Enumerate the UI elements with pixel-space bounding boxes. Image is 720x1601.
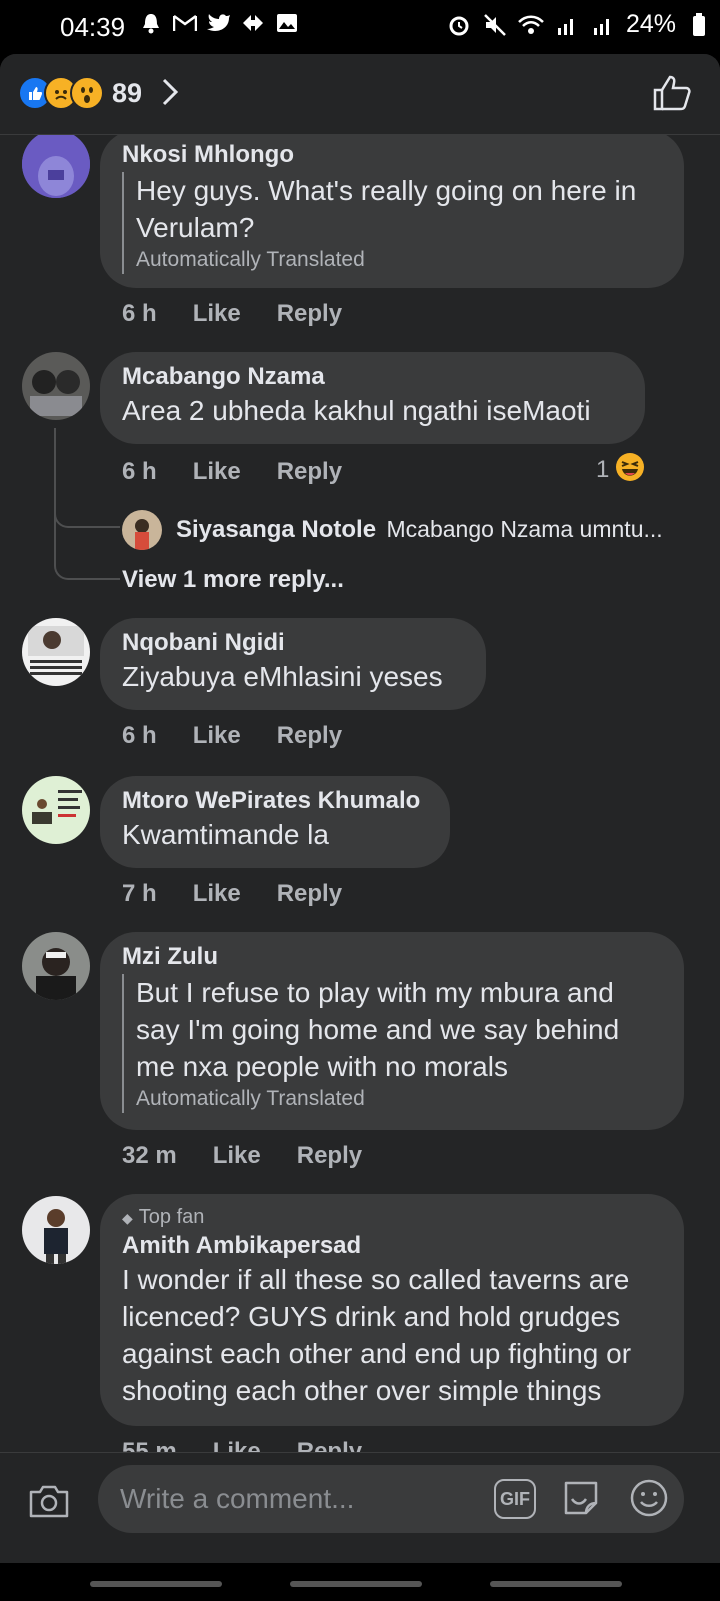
avatar[interactable]: [22, 618, 90, 686]
comment-bubble: ◆ Top fan Amith Ambikapersad I wonder if …: [100, 1194, 684, 1426]
gallery-icon: [274, 10, 300, 36]
like-button[interactable]: Like: [193, 300, 241, 328]
avatar[interactable]: [122, 510, 162, 550]
comment-author[interactable]: Amith Ambikapersad: [122, 1231, 662, 1261]
reply-button[interactable]: Reply: [277, 722, 342, 750]
comment-placeholder: Write a comment...: [120, 1483, 355, 1514]
comment-text: I wonder if all these so called taverns …: [122, 1264, 632, 1406]
comment-bubble: Nkosi Mhlongo Hey guys. What's really go…: [100, 130, 684, 288]
like-button[interactable]: Like: [193, 722, 241, 750]
comment-actions: 6 h Like Reply: [122, 458, 378, 486]
comment-time: 6 h: [122, 300, 157, 327]
sticker-button[interactable]: [560, 1477, 602, 1524]
nav-back-handle[interactable]: [90, 1581, 222, 1587]
comment-bubble: Mcabango Nzama Area 2 ubheda kakhul ngat…: [100, 352, 645, 444]
reply-button[interactable]: Reply: [277, 300, 342, 328]
translation-note[interactable]: Automatically Translated: [136, 1085, 662, 1113]
translation-note[interactable]: Automatically Translated: [136, 246, 662, 274]
battery-percent: 24%: [626, 10, 677, 38]
status-right-icons: 24%: [446, 10, 712, 39]
comment-text: Hey guys. What's really going on here in…: [136, 175, 637, 243]
status-time: 04:39: [60, 12, 126, 42]
like-button[interactable]: Like: [193, 880, 241, 908]
notification-icon: [138, 10, 164, 36]
like-button[interactable]: Like: [193, 458, 241, 486]
reaction-count: 89: [112, 77, 143, 108]
comment-actions: 32 m Like Reply: [122, 1142, 398, 1170]
comment-author[interactable]: Mtoro WePirates Khumalo: [122, 786, 428, 816]
like-button[interactable]: Like: [213, 1142, 261, 1170]
emoji-button[interactable]: [628, 1477, 670, 1524]
gmail-icon: [172, 10, 198, 36]
comment-time: 6 h: [122, 458, 157, 485]
view-more-replies[interactable]: View 1 more reply...: [122, 566, 344, 594]
avatar[interactable]: [22, 130, 90, 198]
chevron-right-icon[interactable]: [160, 76, 180, 116]
signal-icon: [554, 12, 580, 38]
reply-author[interactable]: Siyasanga Notole: [176, 516, 376, 543]
comment-text: Area 2 ubheda kakhul ngathi iseMaoti: [122, 395, 591, 426]
comment-actions: 6 h Like Reply: [122, 722, 378, 750]
comment-input[interactable]: Write a comment... GIF: [98, 1465, 684, 1533]
reply-button[interactable]: Reply: [277, 880, 342, 908]
like-post-button[interactable]: [652, 74, 692, 117]
top-fan-badge: ◆ Top fan: [122, 1206, 205, 1228]
twitter-icon: [206, 10, 232, 36]
comment-time: 7 h: [122, 880, 157, 907]
camera-button[interactable]: [28, 1483, 70, 1524]
reaction-summary[interactable]: 89: [18, 76, 142, 110]
reply-preview[interactable]: Siyasanga Notole Mcabango Nzama umntu...: [176, 516, 696, 544]
comment-actions: 7 h Like Reply: [122, 880, 378, 908]
comment-author[interactable]: Nqobani Ngidi: [122, 628, 464, 658]
comment-reaction-summary[interactable]: 1: [596, 452, 645, 487]
comment-bubble: Nqobani Ngidi Ziyabuya eMhlasini yeses: [100, 618, 486, 710]
comment-author[interactable]: Nkosi Mhlongo: [122, 140, 662, 170]
comments-sheet: 89 Nkosi Mhlongo Hey guys. What's really…: [0, 54, 720, 1600]
comment-time: 6 h: [122, 722, 157, 749]
avatar[interactable]: [22, 1196, 90, 1264]
battery-icon: [686, 12, 712, 38]
comment-text: But I refuse to play with my mbura and s…: [136, 977, 620, 1082]
status-left-icons: [138, 10, 300, 36]
diamond-icon: ◆: [122, 1210, 133, 1226]
comment-time: 32 m: [122, 1142, 177, 1169]
gif-button[interactable]: GIF: [494, 1479, 536, 1519]
status-bar: 04:39 24%: [0, 0, 720, 54]
reply-button[interactable]: Reply: [297, 1142, 362, 1170]
nav-recents-handle[interactable]: [490, 1581, 622, 1587]
comment-actions: 6 h Like Reply: [122, 300, 378, 328]
avatar[interactable]: [22, 776, 90, 844]
nav-home-handle[interactable]: [290, 1581, 422, 1587]
mute-icon: [482, 12, 508, 38]
reactions-header: 89: [0, 54, 720, 135]
comment-author[interactable]: Mzi Zulu: [122, 942, 662, 972]
comment-reaction-count: 1: [596, 455, 610, 483]
wow-reaction-icon: [70, 76, 104, 110]
comment-text: Kwamtimande la: [122, 819, 329, 850]
alarm-icon: [446, 12, 472, 38]
haha-reaction-icon: [615, 452, 645, 487]
comment-bubble: Mzi Zulu But I refuse to play with my mb…: [100, 932, 684, 1130]
reply-button[interactable]: Reply: [277, 458, 342, 486]
comment-composer: Write a comment... GIF: [0, 1452, 720, 1601]
avatar[interactable]: [22, 352, 90, 420]
comment-bubble: Mtoro WePirates Khumalo Kwamtimande la: [100, 776, 450, 868]
wifi-icon: [518, 12, 544, 38]
comment-author[interactable]: Mcabango Nzama: [122, 362, 623, 392]
thread-line-branch: [54, 428, 120, 580]
avatar[interactable]: [22, 932, 90, 1000]
comment-text: Ziyabuya eMhlasini yeses: [122, 661, 443, 692]
signal-icon: [590, 12, 616, 38]
reply-text: Mcabango Nzama umntu...: [386, 516, 663, 542]
app-icon: [240, 10, 266, 36]
system-nav-bar: [0, 1563, 720, 1601]
